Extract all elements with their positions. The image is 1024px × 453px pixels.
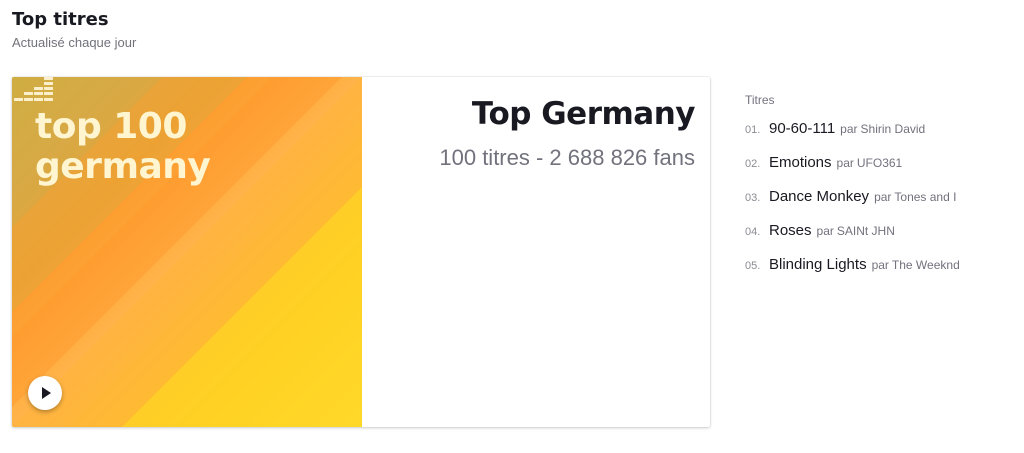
playlist-info: Top Germany 100 titres - 2 688 826 fans	[362, 77, 695, 427]
section-subtitle: Actualisé chaque jour	[12, 35, 137, 50]
track-number: 05.	[745, 260, 761, 272]
track-artist[interactable]: SAINt JHN	[837, 224, 895, 238]
track-title[interactable]: 90-60-111	[769, 120, 835, 137]
track-title[interactable]: Roses	[769, 222, 812, 239]
track-by-label: par	[874, 190, 892, 204]
cover-text: top 100 germany	[35, 106, 211, 187]
track-title[interactable]: Blinding Lights	[769, 256, 867, 273]
playlist-cover[interactable]: top 100 germany	[12, 77, 362, 427]
section-title[interactable]: Top titres	[12, 8, 136, 32]
track-number: 03.	[745, 192, 761, 204]
deezer-logo-icon	[14, 77, 53, 101]
track-list: Titres 01. 90-60-111 par Shirin David 02…	[745, 92, 1015, 290]
track-row: 04. Roses par SAINt JHN	[745, 222, 1015, 256]
track-by-label: par	[816, 224, 834, 238]
play-icon	[42, 387, 51, 399]
track-by-label: par	[871, 258, 889, 272]
track-title[interactable]: Dance Monkey	[769, 188, 869, 205]
track-artist[interactable]: Shirin David	[861, 122, 926, 136]
track-by-label: par	[836, 156, 854, 170]
track-row: 02. Emotions par UFO361	[745, 154, 1015, 188]
track-row: 05. Blinding Lights par The Weeknd	[745, 256, 1015, 290]
track-row: 01. 90-60-111 par Shirin David	[745, 120, 1015, 154]
track-list-header: Titres	[745, 93, 775, 107]
playlist-title[interactable]: Top Germany	[472, 93, 696, 135]
playlist-meta: 100 titres - 2 688 826 fans	[439, 145, 695, 170]
cover-line-1: top 100	[35, 106, 187, 147]
track-number: 01.	[745, 124, 761, 136]
track-artist[interactable]: Tones and I	[894, 190, 956, 204]
track-number: 02.	[745, 158, 761, 170]
track-artist[interactable]: UFO361	[857, 156, 902, 170]
track-title[interactable]: Emotions	[769, 154, 832, 171]
track-number: 04.	[745, 226, 761, 238]
track-artist[interactable]: The Weeknd	[892, 258, 960, 272]
section-header: Top titres Actualisé chaque jour	[12, 8, 136, 52]
play-button[interactable]	[28, 376, 62, 410]
playlist-card[interactable]: top 100 germany Top Germany 100 titres -…	[12, 77, 710, 427]
cover-line-2: germany	[35, 146, 211, 187]
track-row: 03. Dance Monkey par Tones and I	[745, 188, 1015, 222]
track-by-label: par	[840, 122, 858, 136]
